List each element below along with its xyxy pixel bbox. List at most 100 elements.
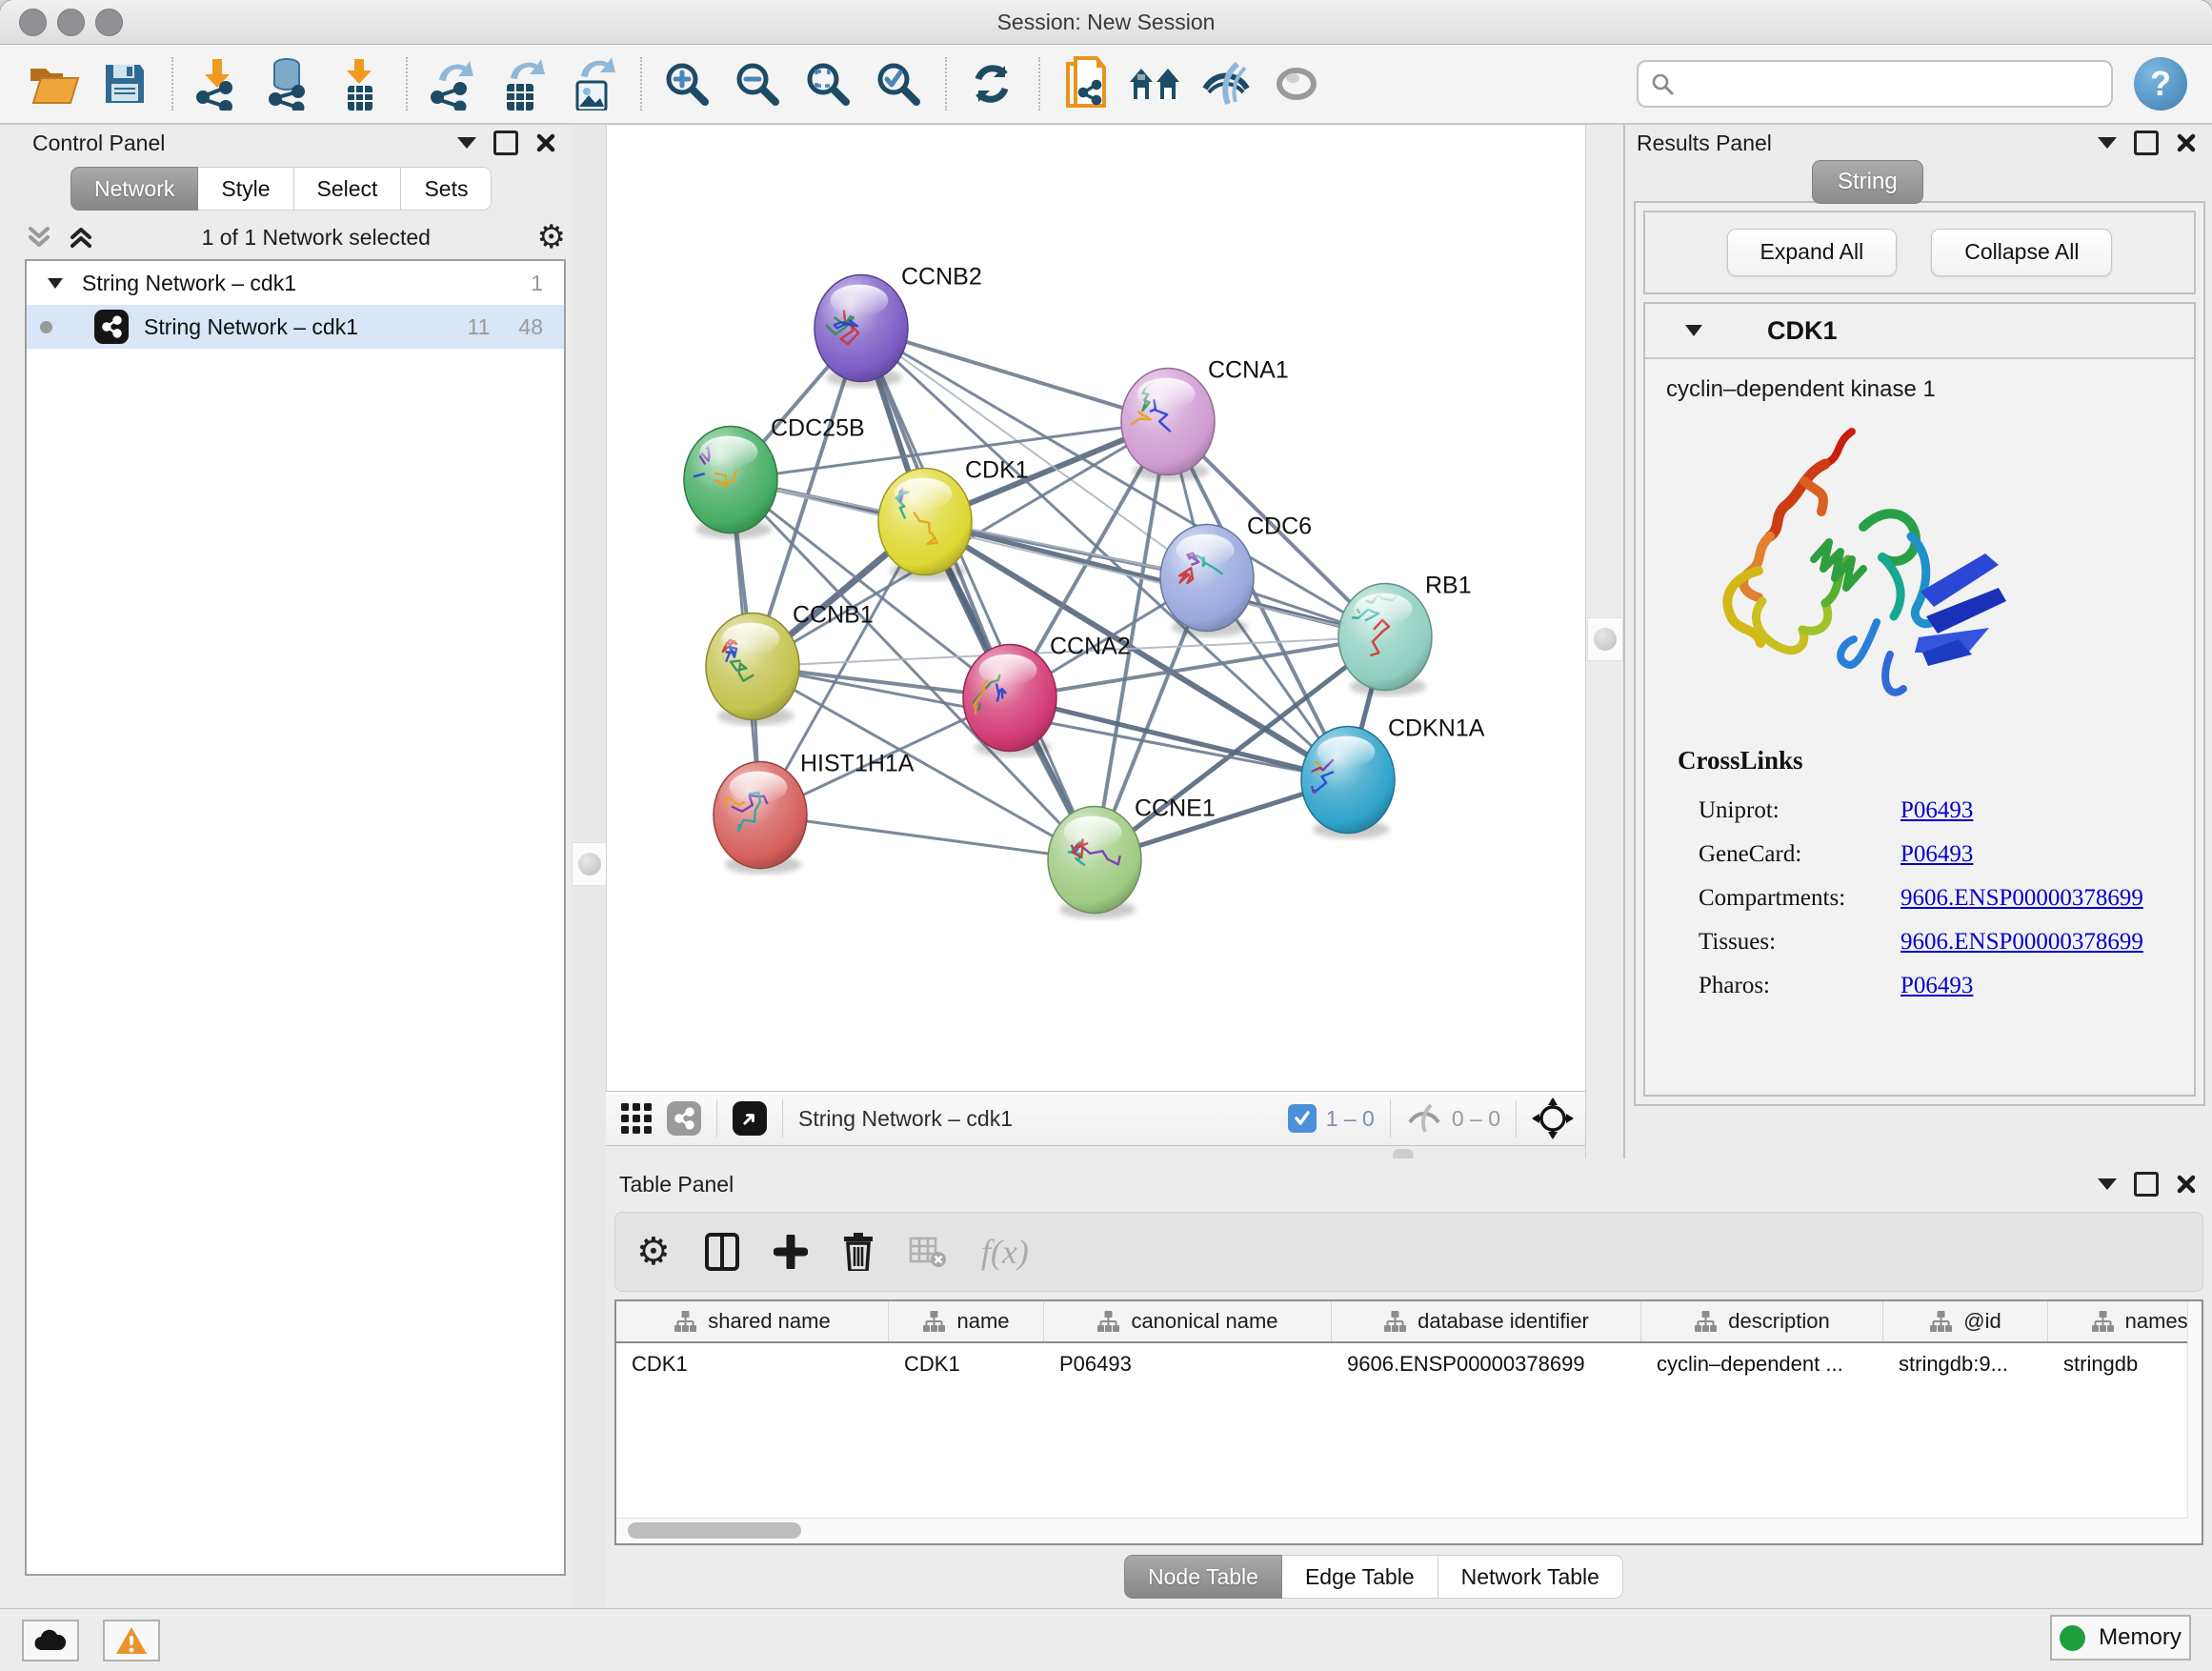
crosslink-label: Uniprot:: [1678, 797, 1900, 824]
node-label-CCNE1: CCNE1: [1135, 795, 1216, 822]
control-panel-menu-icon[interactable]: [457, 137, 476, 149]
tab-network-table[interactable]: Network Table: [1438, 1555, 1623, 1599]
column-header-sharedname[interactable]: shared name: [616, 1301, 889, 1341]
zoom-fit-icon[interactable]: [798, 53, 857, 114]
string-results-box: Expand All Collapse All CDK1 cyclin–depe…: [1634, 201, 2205, 1106]
table-panel-float-icon[interactable]: [2134, 1172, 2159, 1197]
crosslink-label: Pharos:: [1678, 973, 1900, 999]
selected-nodes-checkbox[interactable]: [1288, 1104, 1317, 1133]
zoom-in-icon[interactable]: [657, 53, 716, 114]
expand-all-networks-icon[interactable]: [67, 223, 95, 252]
search-input[interactable]: [1675, 70, 2100, 97]
network-list-view-icon[interactable]: [667, 1101, 701, 1136]
collection-label: String Network – cdk1: [82, 271, 296, 296]
table-vertical-scrollbar[interactable]: [2187, 1301, 2202, 1543]
import-network-database-icon[interactable]: [259, 53, 318, 114]
share-document-icon[interactable]: [1056, 53, 1115, 114]
tab-network[interactable]: Network: [70, 167, 198, 211]
gene-entry-header[interactable]: CDK1: [1645, 304, 2194, 359]
memory-button[interactable]: Memory: [2050, 1615, 2191, 1661]
column-header-name[interactable]: name: [889, 1301, 1044, 1341]
crosslink-link[interactable]: 9606.ENSP00000378699: [1900, 885, 2143, 912]
detach-view-icon[interactable]: [733, 1101, 767, 1136]
network-node-count: 11: [468, 314, 491, 340]
node-label-CCNB1: CCNB1: [793, 602, 874, 629]
cloud-status-button[interactable]: [22, 1620, 79, 1661]
crosslink-label: Tissues:: [1678, 929, 1900, 956]
tab-node-table[interactable]: Node Table: [1124, 1555, 1282, 1599]
control-panel-float-icon[interactable]: [493, 131, 518, 155]
table-panel-menu-icon[interactable]: [2098, 1178, 2117, 1190]
export-table-file-icon[interactable]: [493, 53, 553, 114]
results-panel-float-icon[interactable]: [2134, 131, 2159, 155]
network-collection-row[interactable]: String Network – cdk1 1: [27, 261, 564, 305]
results-panel-close-icon[interactable]: [2176, 132, 2197, 153]
memory-status-dot: [2060, 1625, 2085, 1651]
collection-count: 1: [531, 271, 543, 296]
crosslink-label: GeneCard:: [1678, 841, 1900, 868]
home-icon[interactable]: [1126, 53, 1185, 114]
collapse-all-button[interactable]: Collapse All: [1931, 229, 2112, 276]
table-row[interactable]: CDK1CDK1P064939606.ENSP00000378699cyclin…: [616, 1343, 2202, 1385]
tab-style[interactable]: Style: [198, 167, 293, 211]
crosslink-link[interactable]: P06493: [1900, 841, 1973, 868]
close-window-icon[interactable]: [19, 9, 47, 36]
crosslink-link[interactable]: P06493: [1900, 797, 1973, 824]
network-options-gear-icon[interactable]: ⚙: [537, 221, 566, 253]
column-header-canonicalname[interactable]: canonical name: [1044, 1301, 1332, 1341]
expand-all-button[interactable]: Expand All: [1727, 229, 1898, 276]
table-cell: stringdb:9...: [1883, 1352, 2048, 1377]
table-hscroll-thumb[interactable]: [628, 1522, 801, 1539]
gene-collapse-icon[interactable]: [1683, 322, 1704, 339]
export-network-file-icon[interactable]: [423, 53, 482, 114]
crosslink-row: Tissues:9606.ENSP00000378699: [1678, 920, 2194, 964]
collection-expand-icon[interactable]: [46, 275, 65, 291]
table-cell: 9606.ENSP00000378699: [1332, 1352, 1641, 1377]
network-edge-count: 48: [518, 314, 543, 340]
birds-eye-view-icon[interactable]: [1532, 1097, 1574, 1139]
minimize-window-icon[interactable]: [57, 9, 85, 36]
column-header-databaseidentifier[interactable]: database identifier: [1332, 1301, 1641, 1341]
warnings-button[interactable]: [103, 1620, 160, 1661]
zoom-selected-icon[interactable]: [869, 53, 928, 114]
results-panel-menu-icon[interactable]: [2098, 137, 2117, 149]
open-session-icon[interactable]: [25, 53, 84, 114]
collapse-all-networks-icon[interactable]: [25, 223, 53, 252]
save-session-icon[interactable]: [95, 53, 154, 114]
export-image-file-icon[interactable]: [564, 53, 623, 114]
crosslink-link[interactable]: P06493: [1900, 973, 1973, 999]
table-options-gear-icon[interactable]: ⚙: [636, 1233, 671, 1271]
add-column-icon[interactable]: [774, 1235, 808, 1269]
network-canvas[interactable]: CCNB2CCNA1CDC25BCDK1CDC6RB1CCNB1CCNA2CDK…: [606, 126, 1587, 1091]
zoom-out-icon[interactable]: [728, 53, 787, 114]
tab-string-results[interactable]: String: [1812, 160, 1923, 204]
network-label: String Network – cdk1: [144, 314, 358, 340]
right-splitter-handle[interactable]: [1587, 617, 1623, 661]
table-panel-close-icon[interactable]: [2176, 1174, 2197, 1195]
tab-sets[interactable]: Sets: [401, 167, 492, 211]
help-icon[interactable]: ?: [2134, 57, 2187, 111]
show-columns-icon[interactable]: [705, 1233, 739, 1271]
control-panel-close-icon[interactable]: [535, 132, 556, 153]
show-all-icon[interactable]: [1267, 53, 1326, 114]
delete-table-icon: [909, 1235, 947, 1269]
crosslink-link[interactable]: 9606.ENSP00000378699: [1900, 929, 2143, 956]
column-header-namespace[interactable]: namespace: [2048, 1301, 2203, 1341]
import-network-file-icon[interactable]: [189, 53, 248, 114]
column-header-description[interactable]: description: [1641, 1301, 1883, 1341]
maximize-window-icon[interactable]: [95, 9, 123, 36]
table-horizontal-scrollbar[interactable]: [616, 1518, 2188, 1543]
cloud-icon: [34, 1629, 67, 1652]
column-header-id[interactable]: @id: [1883, 1301, 2048, 1341]
network-row-selected[interactable]: String Network – cdk1 11 48: [27, 305, 564, 349]
import-table-file-icon[interactable]: [330, 53, 389, 114]
left-splitter-handle[interactable]: [572, 842, 608, 886]
protein-structure-image[interactable]: [1678, 414, 2194, 729]
tab-select[interactable]: Select: [294, 167, 402, 211]
refresh-view-icon[interactable]: [962, 53, 1021, 114]
delete-column-icon[interactable]: [842, 1233, 875, 1271]
memory-label: Memory: [2099, 1624, 2182, 1651]
grid-view-icon[interactable]: [619, 1101, 654, 1136]
tab-edge-table[interactable]: Edge Table: [1282, 1555, 1438, 1599]
hide-selected-icon[interactable]: [1196, 53, 1256, 114]
